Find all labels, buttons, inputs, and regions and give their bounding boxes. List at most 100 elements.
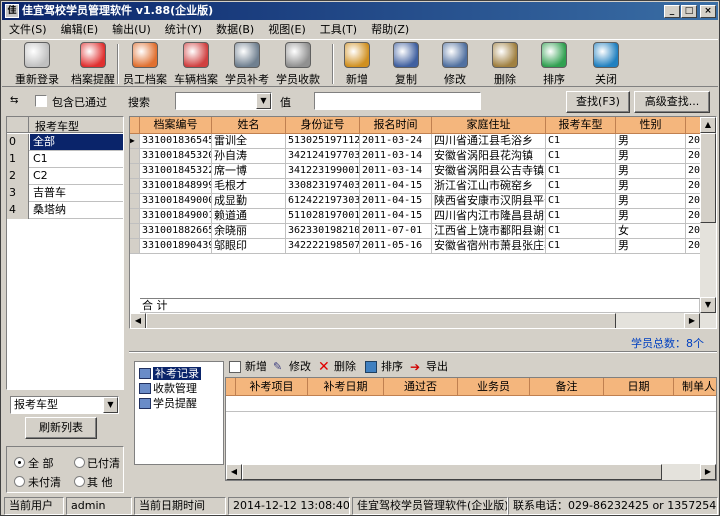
scroll-thumb[interactable] — [242, 464, 662, 480]
close-window-button[interactable]: × — [700, 5, 716, 18]
table-cell[interactable]: 2011-03-14 — [360, 164, 432, 179]
table-cell[interactable]: 2011-07-01 — [360, 224, 432, 239]
sub-delete-button[interactable]: ✕ 删除 — [318, 358, 356, 376]
table-cell[interactable]: 陕西省安康市汉阴县平安 — [432, 194, 546, 209]
table-cell[interactable]: 邬眼印 — [212, 239, 286, 254]
license-list-item[interactable]: 1 C1 — [7, 151, 123, 168]
column-header[interactable]: 备注 — [530, 378, 604, 396]
search-field-combo[interactable]: ▼ — [175, 92, 272, 110]
menu-output[interactable]: 输出(U) — [105, 21, 158, 39]
menu-stats[interactable]: 统计(Y) — [158, 21, 209, 39]
license-list-item[interactable]: 2 C2 — [7, 168, 123, 185]
table-cell[interactable]: 2011-03-24 — [360, 134, 432, 149]
table-cell[interactable]: 孙自涛 — [212, 149, 286, 164]
table-cell[interactable]: 赖道通 — [212, 209, 286, 224]
table-cell[interactable]: 331001849000 — [140, 194, 212, 209]
scroll-right-icon[interactable]: ▶ — [700, 464, 716, 480]
find-button[interactable]: 查找(F3) — [566, 91, 630, 113]
license-list-item[interactable]: 3 吉普车 — [7, 185, 123, 202]
row-indicator[interactable] — [130, 194, 140, 209]
table-cell[interactable]: 安徽省涡阳县花沟镇 — [432, 149, 546, 164]
table-cell[interactable]: 男 — [616, 209, 686, 224]
table-cell[interactable]: 男 — [616, 164, 686, 179]
table-cell[interactable]: 江西省上饶市鄱阳县谢家 — [432, 224, 546, 239]
horizontal-scrollbar[interactable]: ◀ ▶ — [226, 464, 716, 480]
table-cell[interactable]: 5130251971121 — [286, 134, 360, 149]
table-cell[interactable]: 安徽省宿州市萧县张庄寨 — [432, 239, 546, 254]
row-indicator[interactable] — [130, 209, 140, 224]
table-cell[interactable]: C1 — [546, 194, 616, 209]
chevron-down-icon[interactable]: ▼ — [256, 93, 271, 109]
row-indicator[interactable] — [130, 149, 140, 164]
table-cell[interactable]: 席一博 — [212, 164, 286, 179]
table-cell[interactable]: 男 — [616, 239, 686, 254]
scroll-right-icon[interactable]: ▶ — [684, 313, 700, 328]
search-value-input[interactable] — [314, 92, 481, 110]
scroll-left-icon[interactable]: ◀ — [130, 313, 146, 328]
scroll-down-icon[interactable]: ▼ — [700, 297, 716, 313]
table-cell[interactable]: 2011-04-15 — [360, 209, 432, 224]
include-passed-checkbox[interactable] — [35, 95, 47, 107]
table-cell[interactable]: 安徽省涡阳县公吉寺镇 — [432, 164, 546, 179]
column-header[interactable]: 报考车型 — [546, 117, 616, 134]
staff-button[interactable]: 员工档案 — [120, 42, 170, 86]
row-indicator[interactable] — [130, 179, 140, 194]
column-header[interactable]: 性别 — [616, 117, 686, 134]
relogin-button[interactable]: 重新登录 — [10, 42, 64, 86]
table-cell[interactable]: 男 — [616, 179, 686, 194]
sub-add-button[interactable]: 新增 — [229, 358, 267, 376]
table-cell[interactable]: C1 — [546, 239, 616, 254]
sub-export-button[interactable]: ➔ 导出 — [410, 358, 448, 376]
menu-edit[interactable]: 编辑(E) — [54, 21, 106, 39]
table-cell[interactable]: 331001882665 — [140, 224, 212, 239]
table-cell[interactable]: 毛根才 — [212, 179, 286, 194]
menu-file[interactable]: 文件(S) — [2, 21, 54, 39]
table-cell[interactable]: 6124221973031 — [286, 194, 360, 209]
close-button[interactable]: 关闭 — [586, 42, 626, 86]
table-cell[interactable]: 3308231974030 — [286, 179, 360, 194]
menu-data[interactable]: 数据(B) — [209, 21, 261, 39]
edit-button[interactable]: 修改 — [435, 42, 475, 86]
table-cell[interactable]: 3422221985070 — [286, 239, 360, 254]
column-header[interactable]: 身份证号 — [286, 117, 360, 134]
retest-button[interactable]: 学员补考 — [222, 42, 272, 86]
table-cell[interactable]: 男 — [616, 194, 686, 209]
vertical-scrollbar[interactable]: ▲ ▼ — [700, 117, 716, 313]
row-indicator[interactable]: ▶ — [130, 134, 140, 149]
table-cell[interactable]: 2011-03-14 — [360, 149, 432, 164]
add-button[interactable]: 新增 — [337, 42, 377, 86]
column-header[interactable]: 报名时间 — [360, 117, 432, 134]
maximize-button[interactable]: □ — [681, 5, 697, 18]
scroll-thumb[interactable] — [700, 133, 716, 223]
license-filter-combo[interactable]: 报考车型 ▼ — [10, 396, 119, 414]
table-cell[interactable]: C1 — [546, 164, 616, 179]
tree-item-student-reminder[interactable]: 学员提醒 — [139, 396, 197, 411]
reminder-button[interactable]: 档案提醒 — [66, 42, 120, 86]
table-cell[interactable]: 331001836545 — [140, 134, 212, 149]
table-cell[interactable]: C1 — [546, 149, 616, 164]
column-header[interactable]: 业务员 — [458, 378, 530, 396]
table-cell[interactable]: 四川省内江市隆昌县胡家 — [432, 209, 546, 224]
table-cell[interactable]: C1 — [546, 224, 616, 239]
table-row[interactable] — [226, 396, 716, 412]
column-header[interactable]: 日期 — [604, 378, 674, 396]
table-cell[interactable]: 3421241977030 — [286, 149, 360, 164]
tree-item-payment-mgmt[interactable]: 收款管理 — [139, 381, 197, 396]
advanced-find-button[interactable]: 高级查找... — [634, 91, 710, 113]
row-indicator[interactable] — [130, 224, 140, 239]
copy-button[interactable]: 复制 — [386, 42, 426, 86]
menu-help[interactable]: 帮助(Z) — [364, 21, 416, 39]
table-cell[interactable]: 2011-05-16 — [360, 239, 432, 254]
table-cell[interactable]: 331001849001 — [140, 209, 212, 224]
table-cell[interactable]: 男 — [616, 149, 686, 164]
column-header[interactable]: 补考日期 — [308, 378, 384, 396]
table-cell[interactable]: 331001848999 — [140, 179, 212, 194]
scroll-left-icon[interactable]: ◀ — [226, 464, 242, 480]
sort-button[interactable]: 排序 — [534, 42, 574, 86]
tree-item-retest-records[interactable]: 补考记录 — [139, 366, 201, 381]
table-cell[interactable]: 余晓丽 — [212, 224, 286, 239]
table-cell[interactable]: 331001845322 — [140, 164, 212, 179]
table-cell[interactable]: 331001845320 — [140, 149, 212, 164]
sub-edit-button[interactable]: ✎ 修改 — [273, 358, 311, 376]
table-cell[interactable]: 四川省通江县毛浴乡 — [432, 134, 546, 149]
